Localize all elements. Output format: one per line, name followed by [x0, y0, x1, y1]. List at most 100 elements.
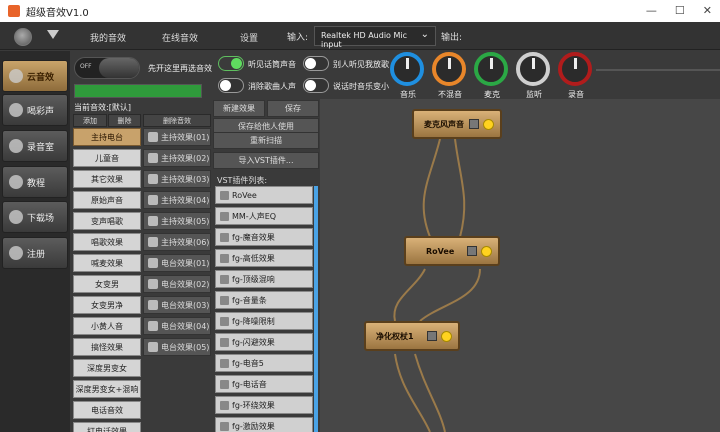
- knob-mic[interactable]: 麦克: [474, 52, 510, 100]
- vst-plugin-item[interactable]: fg-环绕效果: [215, 396, 313, 414]
- minimize-icon[interactable]: —: [646, 4, 657, 17]
- sub-effect-item[interactable]: 电台效果(01): [143, 254, 211, 272]
- avatar[interactable]: [14, 28, 32, 46]
- tab-online-effects[interactable]: 在线音效: [162, 31, 198, 44]
- effect-icon: [148, 321, 158, 331]
- knob-no-mix[interactable]: 不混音: [432, 52, 468, 100]
- sub-effect-item[interactable]: 主持效果(02): [143, 149, 211, 167]
- top-toolbar: 我的音效 在线音效 设置 输入: Realtek HD Audio Mic in…: [0, 22, 720, 50]
- maximize-icon[interactable]: ☐: [675, 4, 685, 17]
- sub-effect-item[interactable]: 主持效果(04): [143, 191, 211, 209]
- sub-effect-item[interactable]: 电台效果(02): [143, 275, 211, 293]
- sidebar-item-studio[interactable]: 录音室: [2, 130, 68, 162]
- preset-item[interactable]: 电话音效: [73, 401, 141, 419]
- preset-item[interactable]: 小黄人音: [73, 317, 141, 335]
- knob-mic-ring[interactable]: [474, 52, 508, 86]
- preset-item[interactable]: 女变男: [73, 275, 141, 293]
- sidebar-item-tutorial[interactable]: 教程: [2, 166, 68, 198]
- vst-plugin-item[interactable]: fg-电话音: [215, 375, 313, 393]
- sidebar-item-label: 喝彩声: [27, 106, 55, 117]
- sub-effect-label: 电台效果(04): [161, 321, 210, 331]
- dropdown-arrow-icon[interactable]: [47, 30, 59, 39]
- preset-item[interactable]: 唱歌效果: [73, 233, 141, 251]
- knob-music[interactable]: 音乐: [390, 52, 426, 100]
- sub-effect-item[interactable]: 主持效果(05): [143, 212, 211, 230]
- rescan-button[interactable]: 重新扫描: [213, 132, 319, 149]
- preset-item[interactable]: 打电话效果: [73, 422, 141, 432]
- delete-button[interactable]: 删除: [108, 114, 141, 127]
- main-effect-toggle[interactable]: OFF: [74, 57, 140, 79]
- vst-list-scrollbar[interactable]: [314, 186, 318, 432]
- preset-item[interactable]: 儿童音: [73, 149, 141, 167]
- graph-node-mic[interactable]: 麦克风声音: [412, 109, 502, 139]
- vst-plugin-item[interactable]: MM-人声EQ: [215, 207, 313, 225]
- sub-effect-item[interactable]: 主持效果(01): [143, 128, 211, 146]
- switch-duck-music[interactable]: [303, 78, 329, 93]
- node-settings-icon[interactable]: [467, 246, 477, 256]
- effect-icon: [148, 300, 158, 310]
- sidebar-item-cloud[interactable]: 云音效: [2, 60, 68, 92]
- knob-no-mix-ring[interactable]: [432, 52, 466, 86]
- input-device-select[interactable]: Realtek HD Audio Mic input ⌄: [314, 26, 436, 49]
- sub-effect-item[interactable]: 电台效果(04): [143, 317, 211, 335]
- preset-item[interactable]: 其它效果: [73, 170, 141, 188]
- node-power-icon[interactable]: [441, 331, 452, 342]
- sidebar-item-label: 云音效: [27, 72, 55, 83]
- sub-effect-item[interactable]: 电台效果(03): [143, 296, 211, 314]
- sidebar-item-register[interactable]: 注册: [2, 237, 68, 269]
- knob-monitor[interactable]: 监听: [516, 52, 552, 100]
- preset-item[interactable]: 主持电台: [73, 128, 141, 146]
- vst-panel: 新建效果 保存 保存给他人使用 重新扫描 导入VST插件... VST插件列表:…: [213, 99, 319, 432]
- sub-effect-label: 主持效果(02): [161, 153, 210, 163]
- node-settings-icon[interactable]: [469, 119, 479, 129]
- preset-item[interactable]: 深度男变女+混响: [73, 380, 141, 398]
- preset-item[interactable]: 变声唱歌: [73, 212, 141, 230]
- volume-slider-track[interactable]: [596, 69, 720, 71]
- vst-plugin-item[interactable]: fg-闪避效果: [215, 333, 313, 351]
- knob-music-ring[interactable]: [390, 52, 424, 86]
- sub-effect-label: 主持效果(06): [161, 237, 210, 247]
- sub-effect-item[interactable]: 主持效果(06): [143, 233, 211, 251]
- graph-node-purify[interactable]: 净化权杖1: [364, 321, 460, 351]
- import-vst-button[interactable]: 导入VST插件...: [213, 152, 319, 169]
- preset-item[interactable]: 女变男净: [73, 296, 141, 314]
- switch-remove-vocals[interactable]: [218, 78, 244, 93]
- node-settings-icon[interactable]: [427, 331, 437, 341]
- switch-hear-mic-label: 听见话筒声音: [248, 60, 296, 69]
- vst-plugin-item[interactable]: RoVee: [215, 186, 313, 204]
- sub-effect-item[interactable]: 电台效果(05): [143, 338, 211, 356]
- preset-item[interactable]: 原始声音: [73, 191, 141, 209]
- graph-node-rovee[interactable]: RoVee: [404, 236, 500, 266]
- sub-effect-label: 主持效果(03): [161, 174, 210, 184]
- vst-plugin-item[interactable]: fg-高低效果: [215, 249, 313, 267]
- vst-plugin-item[interactable]: fg-激励效果: [215, 417, 313, 432]
- tab-settings[interactable]: 设置: [240, 31, 258, 44]
- knob-monitor-ring[interactable]: [516, 52, 550, 86]
- switch-others-hear-music[interactable]: [303, 56, 329, 71]
- knob-record-ring[interactable]: [558, 52, 592, 86]
- sub-effect-item[interactable]: 主持效果(03): [143, 170, 211, 188]
- switch-hear-mic[interactable]: [218, 56, 244, 71]
- node-power-icon[interactable]: [483, 119, 494, 130]
- tab-my-effects[interactable]: 我的音效: [90, 31, 126, 44]
- vst-plugin-item[interactable]: fg-降噪限制: [215, 312, 313, 330]
- delete-effect-button[interactable]: 删除音效: [143, 114, 211, 127]
- vst-plugin-item[interactable]: fg-音量条: [215, 291, 313, 309]
- preset-item[interactable]: 喊麦效果: [73, 254, 141, 272]
- knob-record[interactable]: 录音: [558, 52, 594, 100]
- vst-plugin-item[interactable]: fg-顶级混响: [215, 270, 313, 288]
- vst-plugin-item[interactable]: fg-魔音效果: [215, 228, 313, 246]
- preset-item[interactable]: 搞怪效果: [73, 338, 141, 356]
- effect-icon: [148, 153, 158, 163]
- close-icon[interactable]: ✕: [703, 4, 712, 17]
- vst-plugin-item[interactable]: fg-电音5: [215, 354, 313, 372]
- effect-graph-canvas[interactable]: 麦克风声音 RoVee 净化权杖1: [320, 99, 720, 432]
- sidebar-item-download[interactable]: 下载场: [2, 201, 68, 233]
- save-button[interactable]: 保存: [267, 100, 319, 117]
- sidebar-item-cheer[interactable]: 喝彩声: [2, 94, 68, 126]
- preset-item[interactable]: 深度男变女: [73, 359, 141, 377]
- switch-duck-music-label: 说话时音乐变小: [333, 82, 389, 91]
- node-power-icon[interactable]: [481, 246, 492, 257]
- new-effect-button[interactable]: 新建效果: [213, 100, 265, 117]
- add-button[interactable]: 添加: [73, 114, 107, 127]
